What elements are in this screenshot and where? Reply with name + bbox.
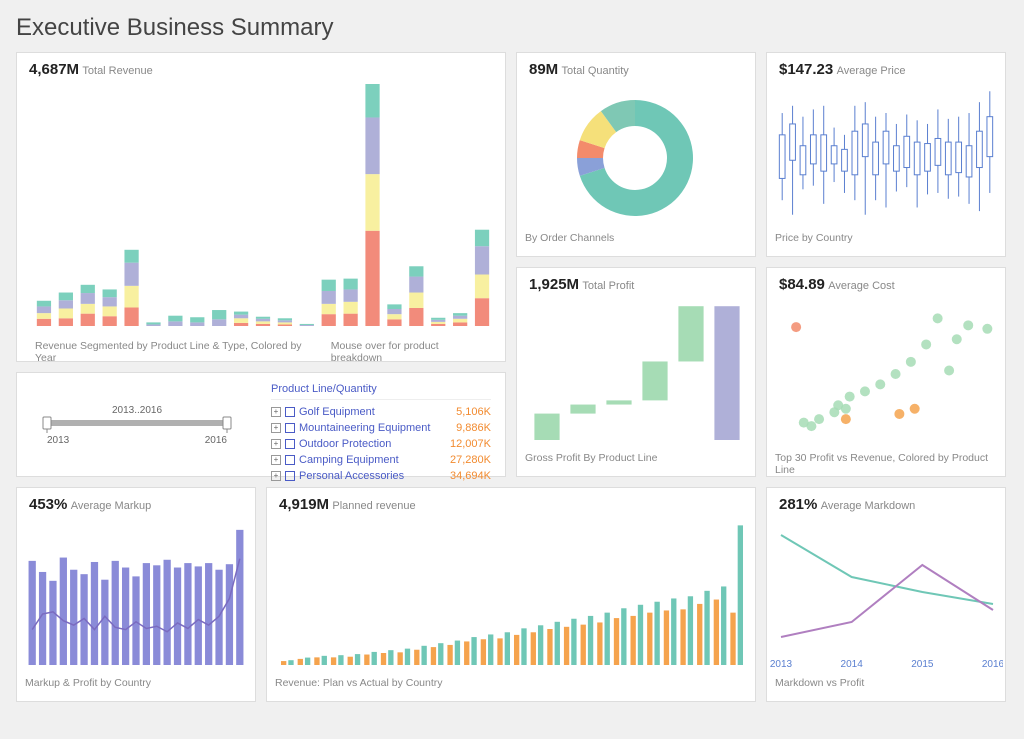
product-line-title: Product Line/Quantity [271,381,491,400]
planned-chart[interactable] [267,513,753,673]
product-line-name: Personal Accessories [299,470,446,482]
profit-card: 1,925M Total Profit Gross Profit By Prod… [516,267,756,477]
quantity-caption: By Order Channels [517,228,755,248]
product-line-row[interactable]: + Camping Equipment 27,280K [271,452,491,468]
profit-kpi: 1,925M [529,276,579,293]
svg-text:2013: 2013 [47,435,70,446]
price-kpi: $147.23 [779,61,833,78]
revenue-caption-left: Revenue Segmented by Product Line & Type… [27,336,323,368]
checkbox[interactable] [285,439,295,449]
revenue-chart[interactable] [17,78,503,336]
product-line-qty: 9,886K [456,422,491,434]
checkbox[interactable] [285,455,295,465]
product-line-qty: 12,007K [450,438,491,450]
svg-text:2016: 2016 [205,435,228,446]
svg-text:2013: 2013 [770,659,793,670]
quantity-card: 89M Total Quantity By Order Channels [516,52,756,257]
svg-text:2016: 2016 [982,659,1003,670]
product-line-qty: 27,280K [450,454,491,466]
svg-text:2015: 2015 [911,659,934,670]
product-line-row[interactable]: + Mountaineering Equipment 9,886K [271,420,491,436]
product-line-qty: 34,694K [450,470,491,482]
expand-icon[interactable]: + [271,423,281,433]
price-chart[interactable] [767,78,1003,228]
markdown-kpi: 281% [779,496,817,513]
product-line-row[interactable]: + Outdoor Protection 12,007K [271,436,491,452]
product-line-list: Product Line/Quantity + Golf Equipment 5… [257,373,505,476]
cost-chart[interactable] [767,293,1003,448]
markup-caption: Markup & Profit by Country [17,673,255,693]
product-line-row[interactable]: + Golf Equipment 5,106K [271,404,491,420]
expand-icon[interactable]: + [271,455,281,465]
expand-icon[interactable]: + [271,471,281,481]
markup-card: 453% Average Markup Markup & Profit by C… [16,487,256,702]
planned-label: Planned revenue [332,500,415,512]
markdown-caption: Markdown vs Profit [767,673,1005,693]
markup-chart[interactable] [17,513,253,673]
cost-kpi: $84.89 [779,276,825,293]
markup-label: Average Markup [71,500,152,512]
product-line-name: Mountaineering Equipment [299,422,452,434]
product-line-row[interactable]: + Personal Accessories 34,694K [271,468,491,484]
price-card: $147.23 Average Price Price by Country [766,52,1006,257]
filter-panel: 2013..2016 2013 2016 Product Line/Quanti… [16,372,506,477]
checkbox[interactable] [285,423,295,433]
revenue-kpi: 4,687M [29,61,79,78]
cost-label: Average Cost [828,280,894,292]
profit-chart[interactable] [517,293,753,448]
markdown-chart[interactable]: 2013 2014 2015 2016 [767,513,1003,673]
quantity-label: Total Quantity [562,65,629,77]
revenue-caption-right: Mouse over for product breakdown [323,336,495,368]
product-line-qty: 5,106K [456,406,491,418]
price-label: Average Price [837,65,906,77]
planned-caption: Revenue: Plan vs Actual by Country [267,673,755,693]
price-caption: Price by Country [767,228,1005,248]
quantity-kpi: 89M [529,61,558,78]
year-slider[interactable]: 2013..2016 2013 2016 [17,373,257,476]
planned-kpi: 4,919M [279,496,329,513]
revenue-card: 4,687M Total Revenue Revenue Segmented b… [16,52,506,362]
checkbox[interactable] [285,407,295,417]
revenue-label: Total Revenue [82,65,152,77]
profit-caption: Gross Profit By Product Line [517,448,755,468]
cost-caption: Top 30 Profit vs Revenue, Colored by Pro… [767,448,1005,480]
page-title: Executive Business Summary [0,0,1024,52]
expand-icon[interactable]: + [271,407,281,417]
quantity-chart[interactable] [517,78,753,228]
svg-text:2014: 2014 [841,659,864,670]
cost-card: $84.89 Average Cost Top 30 Profit vs Rev… [766,267,1006,477]
checkbox[interactable] [285,471,295,481]
product-line-name: Camping Equipment [299,454,446,466]
product-line-name: Outdoor Protection [299,438,446,450]
expand-icon[interactable]: + [271,439,281,449]
slider-range: 2013..2016 [112,405,162,416]
planned-card: 4,919M Planned revenue Revenue: Plan vs … [266,487,756,702]
markup-kpi: 453% [29,496,67,513]
product-line-name: Golf Equipment [299,406,452,418]
markdown-card: 281% Average Markdown 2013 2014 2015 2016 M… [766,487,1006,702]
profit-label: Total Profit [582,280,634,292]
markdown-label: Average Markdown [821,500,916,512]
